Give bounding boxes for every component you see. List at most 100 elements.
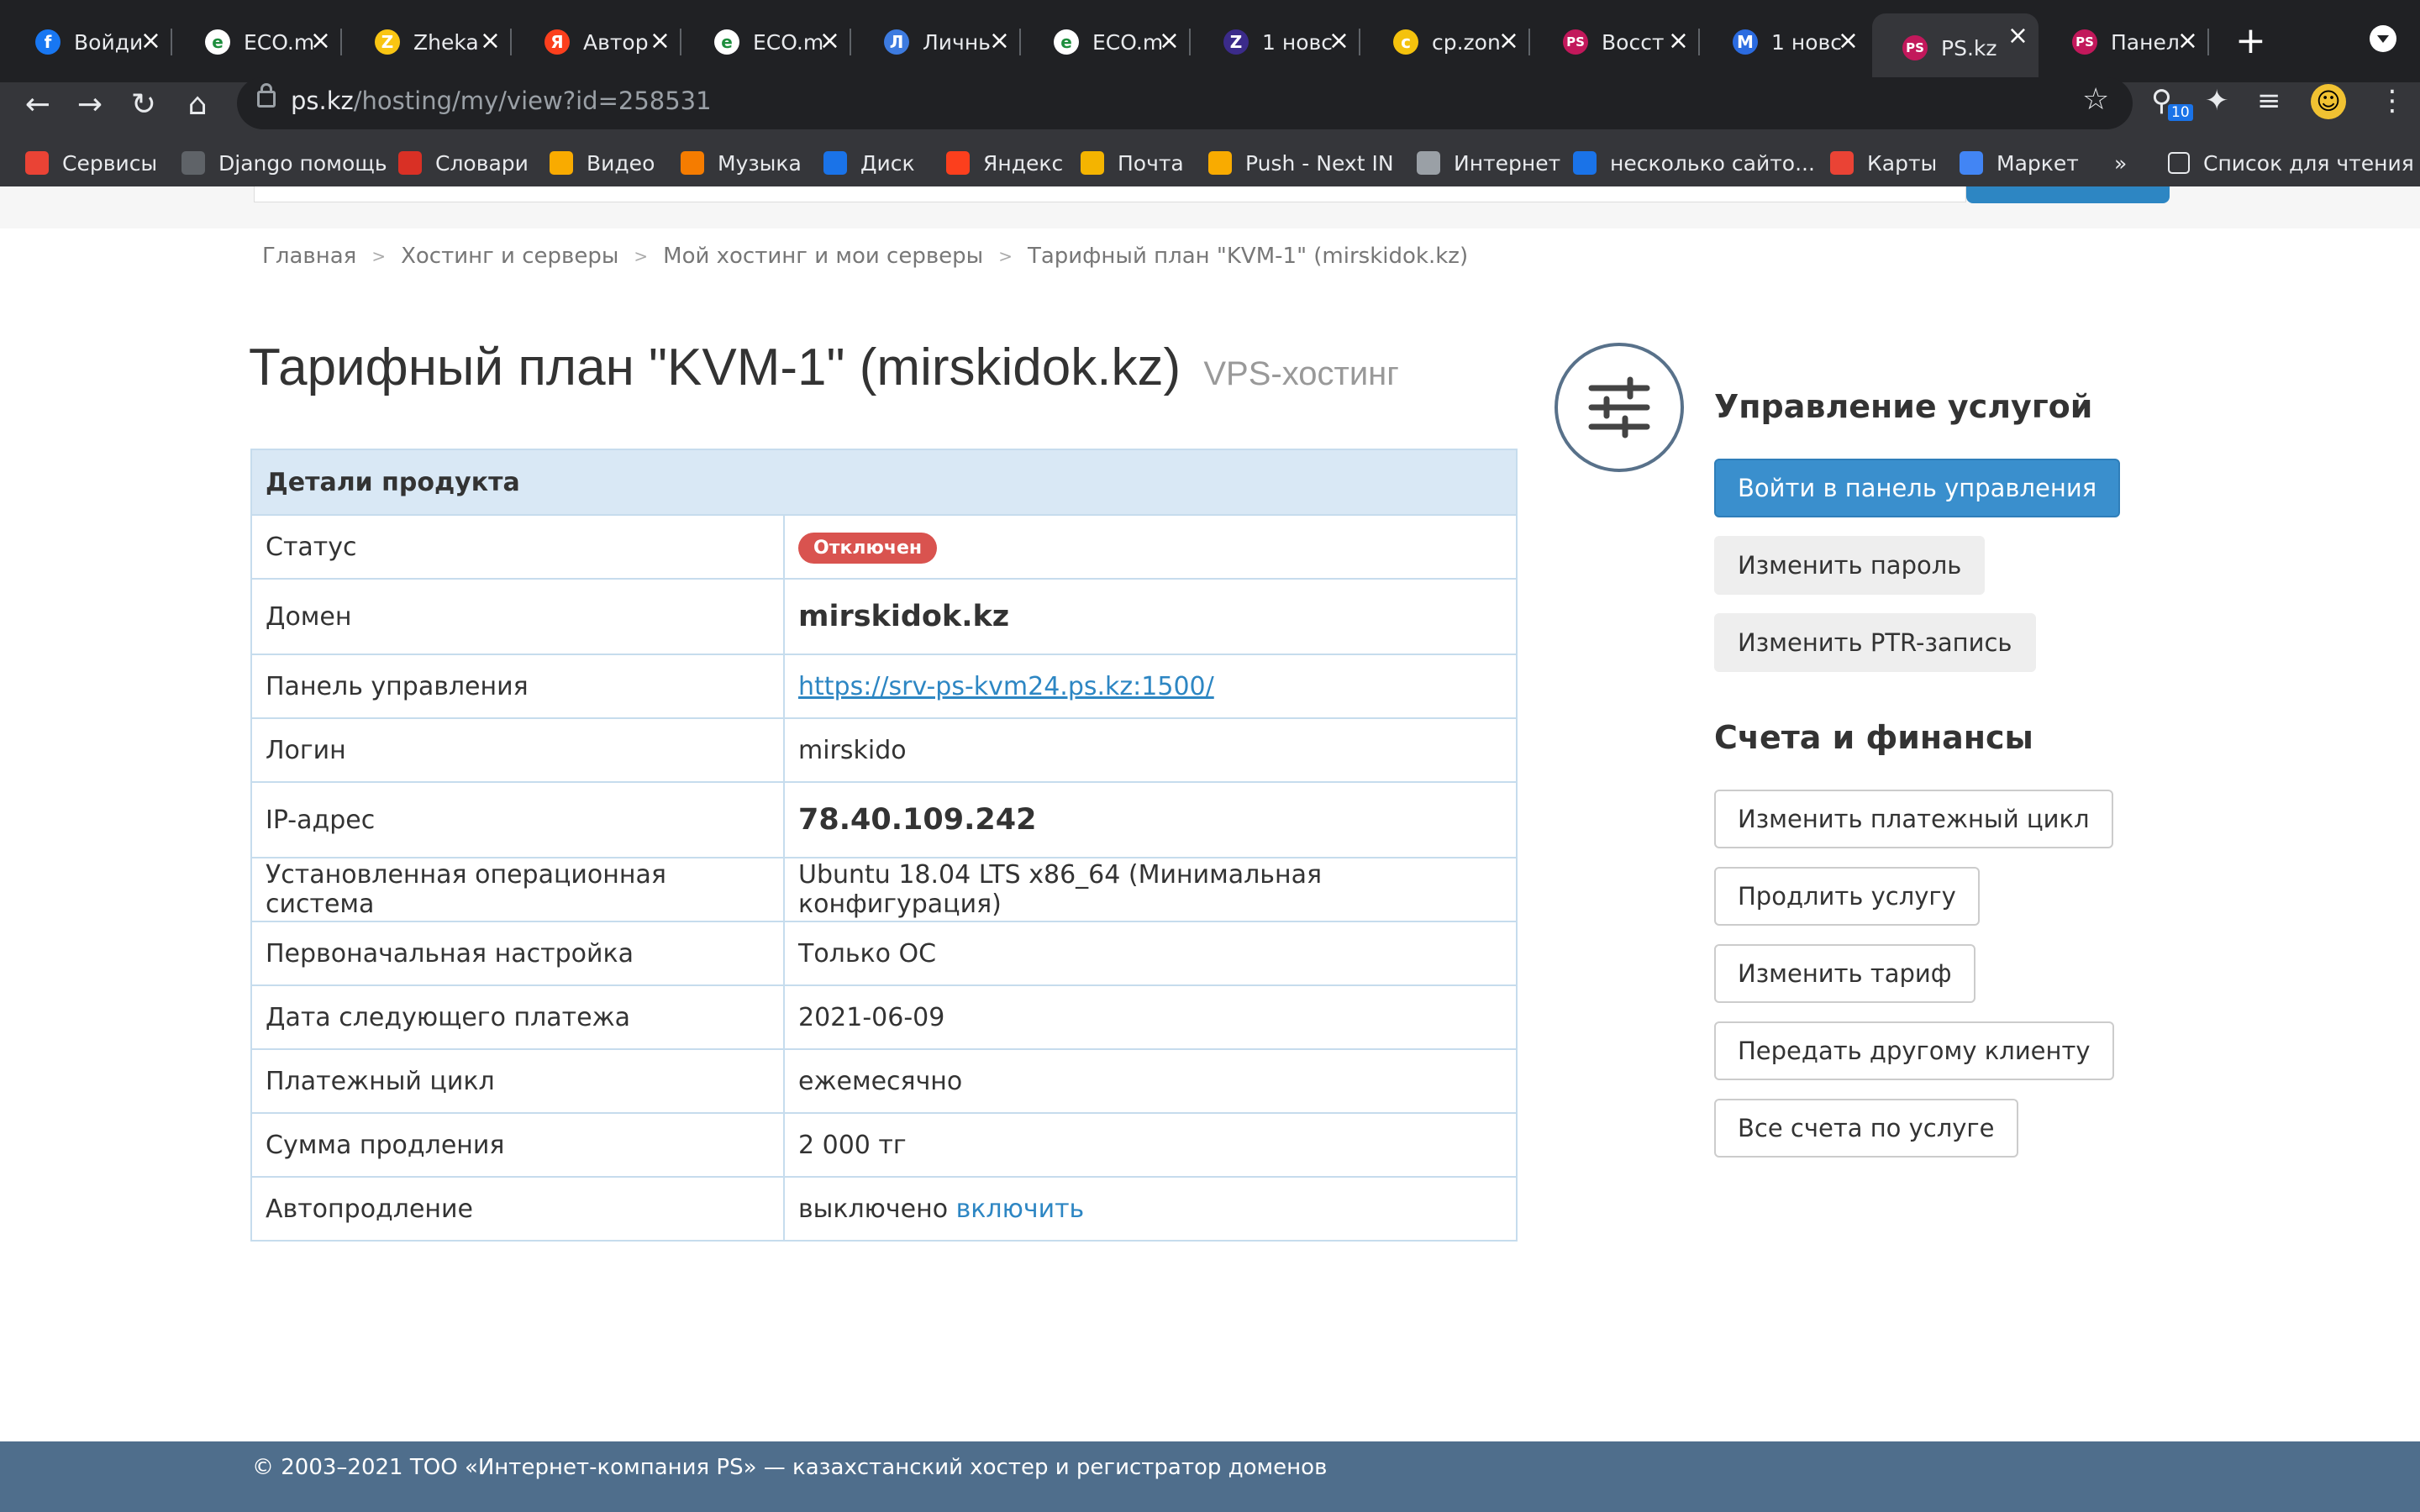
renewal-sum-label: Сумма продления <box>250 1112 785 1178</box>
table-row: Установленная операционная система Ubunt… <box>250 857 1518 922</box>
tab-title: ECO.m <box>753 29 824 55</box>
browser-tab[interactable]: M 1 новс × <box>1702 18 1869 66</box>
lock-icon[interactable] <box>257 83 276 108</box>
bookmark-star-icon[interactable]: ☆ <box>2082 82 2109 117</box>
bookmark-item[interactable]: Push - Next IN <box>1208 144 1394 181</box>
browser-tab[interactable]: e ECO.m × <box>1023 18 1191 66</box>
browser-tab[interactable]: Z Zheka × <box>345 18 512 66</box>
status-badge: Отключен <box>798 532 938 564</box>
login-panel-button[interactable]: Войти в панель управления <box>1714 459 2121 517</box>
all-invoices-button[interactable]: Все счета по услуге <box>1714 1099 2018 1158</box>
transfer-client-button[interactable]: Передать другому клиенту <box>1714 1021 2114 1080</box>
bookmark-item[interactable]: Диск <box>823 144 915 181</box>
browser-tab[interactable]: Л Личнь × <box>854 18 1021 66</box>
url-path: /hosting/my/view?id=258531 <box>353 87 712 115</box>
close-tab-icon[interactable]: × <box>1159 27 1180 55</box>
bookmark-item[interactable]: Карты <box>1830 144 1937 181</box>
breadcrumb-my-hosting[interactable]: Мой хостинг и мои серверы <box>663 244 983 269</box>
browser-tab[interactable]: e ECO.m × <box>175 18 342 66</box>
profile-avatar[interactable]: ☺ <box>2311 84 2346 119</box>
mail-icon: M <box>1733 29 1758 55</box>
close-tab-icon[interactable]: × <box>140 27 161 55</box>
bookmark-item[interactable]: Сервисы <box>25 144 157 181</box>
back-button[interactable]: ← <box>17 84 59 126</box>
close-tab-icon[interactable]: × <box>1498 27 1519 55</box>
bookmark-item[interactable]: Видео <box>550 144 655 181</box>
close-tab-icon[interactable]: × <box>2007 22 2028 50</box>
browser-menu-icon[interactable]: ⋮ <box>2378 84 2407 118</box>
breadcrumb-current: Тарифный план "KVM-1" (mirskidok.kz) <box>1027 244 1469 269</box>
browser-tab[interactable]: PS Восст × <box>1533 18 1700 66</box>
change-password-button[interactable]: Изменить пароль <box>1714 536 1986 595</box>
autorenew-enable-link[interactable]: включить <box>956 1194 1085 1224</box>
bookmark-item[interactable]: несколько сайто... <box>1573 144 1815 181</box>
ip-label: IP-адрес <box>250 781 785 858</box>
facebook-icon: f <box>35 29 60 55</box>
tab-separator <box>1698 29 1700 55</box>
yandex-icon: Я <box>544 29 570 55</box>
close-tab-icon[interactable]: × <box>480 27 501 55</box>
browser-tab[interactable]: c cp.zon × <box>1363 18 1530 66</box>
puzzle-icon[interactable]: ✦ <box>2205 84 2229 118</box>
browser-tab[interactable]: PS PS.kz × <box>1872 13 2039 82</box>
table-row: Домен mirskidok.kz <box>250 578 1518 655</box>
reading-list-button[interactable]: Список для чтения <box>2168 144 2414 181</box>
close-tab-icon[interactable]: × <box>2177 27 2198 55</box>
setup-value: Только ОС <box>783 921 1518 986</box>
bookmark-label: Сервисы <box>62 150 158 176</box>
dictionary-icon <box>398 151 422 175</box>
browser-tab[interactable]: f Войди × <box>5 18 172 66</box>
next-payment-value: 2021-06-09 <box>783 984 1518 1050</box>
media-control-icon[interactable]: ≡ <box>2257 84 2281 118</box>
forward-button[interactable]: → <box>69 84 111 126</box>
page-title: Тарифный план "KVM-1" (mirskidok.kz) VPS… <box>249 338 1399 397</box>
change-tariff-button[interactable]: Изменить тариф <box>1714 944 1975 1003</box>
table-row: IP-адрес 78.40.109.242 <box>250 781 1518 858</box>
bookmark-item[interactable]: Яндекс <box>946 144 1063 181</box>
close-tab-icon[interactable]: × <box>819 27 840 55</box>
close-tab-icon[interactable]: × <box>989 27 1010 55</box>
autorenew-value: выключено <box>798 1194 949 1224</box>
site-search-button[interactable] <box>1966 186 2170 203</box>
bookmark-label: Интернет <box>1454 150 1561 176</box>
tab-title: cp.zon <box>1432 29 1501 55</box>
close-tab-icon[interactable]: × <box>1838 27 1859 55</box>
bookmark-item[interactable]: Музыка <box>681 144 802 181</box>
autorenew-label: Автопродление <box>250 1176 785 1242</box>
browser-tab[interactable]: e ECO.m × <box>684 18 851 66</box>
breadcrumb-hosting[interactable]: Хостинг и серверы <box>401 244 618 269</box>
browser-tab[interactable]: Z 1 новс × <box>1193 18 1360 66</box>
tab-search-button[interactable] <box>2370 25 2396 52</box>
bookmark-item[interactable]: Почта <box>1081 144 1184 181</box>
bookmark-label: Карты <box>1867 150 1938 176</box>
table-row: Статус Отключен <box>250 514 1518 580</box>
close-tab-icon[interactable]: × <box>650 27 671 55</box>
browser-tab[interactable]: Я Автор × <box>514 18 681 66</box>
bookmark-item[interactable]: Django помощь <box>182 144 387 181</box>
change-cycle-button[interactable]: Изменить платежный цикл <box>1714 790 2113 848</box>
table-row: Первоначальная настройка Только ОС <box>250 921 1518 986</box>
eco-icon: e <box>205 29 230 55</box>
panel-link[interactable]: https://srv-ps-kvm24.ps.kz:1500/ <box>798 672 1214 701</box>
change-ptr-button[interactable]: Изменить PTR-запись <box>1714 613 2036 672</box>
bookmark-item[interactable]: Интернет <box>1417 144 1560 181</box>
extend-service-button[interactable]: Продлить услугу <box>1714 867 1980 926</box>
close-tab-icon[interactable]: × <box>310 27 331 55</box>
new-tab-button[interactable]: + <box>2235 20 2266 62</box>
tab-title: 1 новс <box>1771 29 1842 55</box>
tab-title: 1 новс <box>1262 29 1333 55</box>
bookmark-item[interactable]: Словари <box>398 144 529 181</box>
close-tab-icon[interactable]: × <box>1328 27 1349 55</box>
browser-tab[interactable]: PS Панел × <box>2042 18 2209 66</box>
extension-icon[interactable]: ⚲ 10 <box>2151 84 2193 121</box>
bookmarks-more-button[interactable]: » <box>2114 144 2127 181</box>
reload-button[interactable]: ↻ <box>123 84 165 126</box>
home-button[interactable]: ⌂ <box>176 84 218 126</box>
status-label: Статус <box>250 514 785 580</box>
bookmark-item[interactable]: Маркет <box>1960 144 2079 181</box>
url-text[interactable]: ps.kz/hosting/my/view?id=258531 <box>291 84 712 118</box>
breadcrumb-home[interactable]: Главная <box>262 244 356 269</box>
bookmark-label: Django помощь <box>218 150 387 176</box>
site-search-input[interactable] <box>254 186 1966 202</box>
close-tab-icon[interactable]: × <box>1668 27 1689 55</box>
